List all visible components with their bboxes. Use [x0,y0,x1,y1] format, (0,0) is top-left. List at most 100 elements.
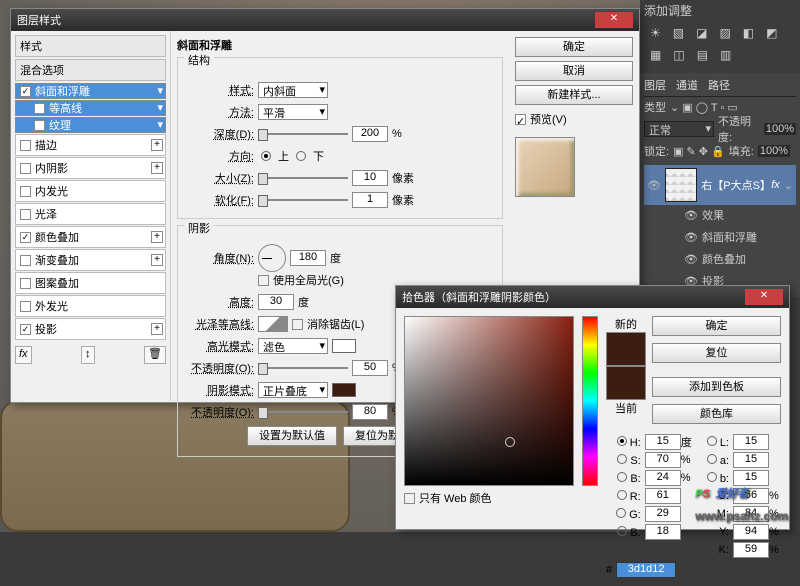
fx-badge[interactable]: fx [771,179,780,191]
h-input[interactable]: 15 [645,434,681,450]
method-select[interactable]: 平滑 [258,104,328,120]
chevron-down-icon[interactable]: ⌄ [784,179,793,192]
picker-cancel-button[interactable]: 复位 [652,343,781,363]
plus-icon[interactable]: + [151,254,163,266]
add-style-icon[interactable]: ↕ [81,346,95,364]
make-default-button[interactable]: 设置为默认值 [247,426,337,446]
angle-dial[interactable] [258,244,286,272]
tab-channels[interactable]: 通道 [676,77,698,93]
adj-icon[interactable]: ◫ [669,46,688,64]
highlight-mode-select[interactable]: 滤色 [258,338,328,354]
sh-opacity-input[interactable]: 80 [352,404,388,420]
style-select[interactable]: 内斜面 [258,82,328,98]
style-item[interactable]: 描边+ [15,134,166,156]
style-checkbox[interactable] [34,120,45,131]
style-checkbox[interactable]: ✓ [20,324,31,335]
visibility-icon[interactable]: 👁 [647,179,661,192]
global-light-checkbox[interactable] [258,275,269,286]
hex-input[interactable]: 3d1d12 [616,562,676,578]
dir-down-radio[interactable] [296,151,306,161]
style-checkbox[interactable] [20,163,31,174]
r-input[interactable]: 61 [645,488,681,504]
style-checkbox[interactable] [20,209,31,220]
add-swatch-button[interactable]: 添加到色板 [652,377,781,397]
visibility-icon[interactable]: 👁 [684,253,698,266]
saturation-value-field[interactable] [404,316,574,486]
hl-opacity-input[interactable]: 50 [352,360,388,376]
s-input[interactable]: 70 [645,452,681,468]
bc-radio[interactable] [617,526,627,536]
y-input[interactable]: 94 [733,524,769,540]
style-item[interactable]: 图案叠加 [15,272,166,294]
l-radio[interactable] [707,436,717,446]
preview-checkbox[interactable]: ✓ [515,114,526,125]
adj-icon[interactable]: ◩ [762,24,781,42]
plus-icon[interactable]: + [151,139,163,151]
opacity-value[interactable]: 100% [764,123,796,135]
plus-icon[interactable]: + [151,323,163,335]
current-color-swatch[interactable] [606,366,646,400]
highlight-color-swatch[interactable] [332,339,356,353]
soften-slider[interactable] [258,199,348,201]
tab-paths[interactable]: 路径 [708,77,730,93]
r-radio[interactable] [617,490,627,500]
sv-cursor[interactable] [505,437,515,447]
soften-input[interactable]: 1 [352,192,388,208]
style-item[interactable]: 外发光 [15,295,166,317]
a-input[interactable]: 15 [733,452,769,468]
b-radio[interactable] [617,472,627,482]
l-input[interactable]: 15 [733,434,769,450]
shadow-mode-select[interactable]: 正片叠底 [258,382,328,398]
style-checkbox[interactable] [20,255,31,266]
style-item[interactable]: ✓投影+ [15,318,166,340]
adj-icon[interactable]: ▥ [716,46,735,64]
antialias-checkbox[interactable] [292,319,303,330]
adj-icon[interactable]: ◧ [739,24,758,42]
g-input[interactable]: 29 [645,506,681,522]
adj-icon[interactable]: ◪ [692,24,711,42]
fx-bevel[interactable]: 斜面和浮雕 [702,229,757,245]
picker-titlebar[interactable]: 拾色器（斜面和浮雕阴影颜色） ✕ [396,286,789,308]
depth-input[interactable]: 200 [352,126,388,142]
sh-opacity-slider[interactable] [258,411,348,413]
style-item[interactable]: 等高线 [15,100,166,116]
s-radio[interactable] [617,454,627,464]
adj-icon[interactable]: ▦ [646,46,665,64]
picker-ok-button[interactable]: 确定 [652,316,781,336]
g-radio[interactable] [616,508,626,518]
k-input[interactable]: 59 [733,542,769,558]
dir-up-radio[interactable] [261,151,271,161]
style-checkbox[interactable] [34,103,45,114]
fill-value[interactable]: 100% [758,145,790,157]
gloss-contour[interactable] [258,316,288,332]
plus-icon[interactable]: + [151,231,163,243]
style-item[interactable]: 光泽 [15,203,166,225]
fx-coloroverlay[interactable]: 颜色叠加 [702,251,746,267]
a-radio[interactable] [707,454,717,464]
style-checkbox[interactable] [20,186,31,197]
close-icon[interactable]: ✕ [745,289,783,305]
color-libraries-button[interactable]: 颜色库 [652,404,781,424]
b-input[interactable]: 24 [645,470,681,486]
altitude-input[interactable]: 30 [258,294,294,310]
trash-icon[interactable]: 🗑 [144,346,166,364]
h-radio[interactable] [617,436,627,446]
style-checkbox[interactable]: ✓ [20,86,31,97]
new-style-button[interactable]: 新建样式... [515,85,633,105]
depth-slider[interactable] [258,133,348,135]
adj-icon[interactable]: ▧ [669,24,688,42]
dialog-titlebar[interactable]: 图层样式 ✕ [11,9,639,31]
visibility-icon[interactable]: 👁 [684,209,698,222]
size-input[interactable]: 10 [352,170,388,186]
styles-header[interactable]: 样式 [15,35,166,57]
hue-slider[interactable] [582,316,598,486]
bc-input[interactable]: 18 [645,524,681,540]
new-color-swatch[interactable] [606,332,646,366]
size-slider[interactable] [258,177,348,179]
style-checkbox[interactable] [20,278,31,289]
ok-button[interactable]: 确定 [515,37,633,57]
blend-mode-select[interactable]: 正常 [644,121,714,137]
adj-icon[interactable]: ▨ [715,24,734,42]
fx-menu[interactable]: fx [15,346,32,364]
shadow-color-swatch[interactable] [332,383,356,397]
